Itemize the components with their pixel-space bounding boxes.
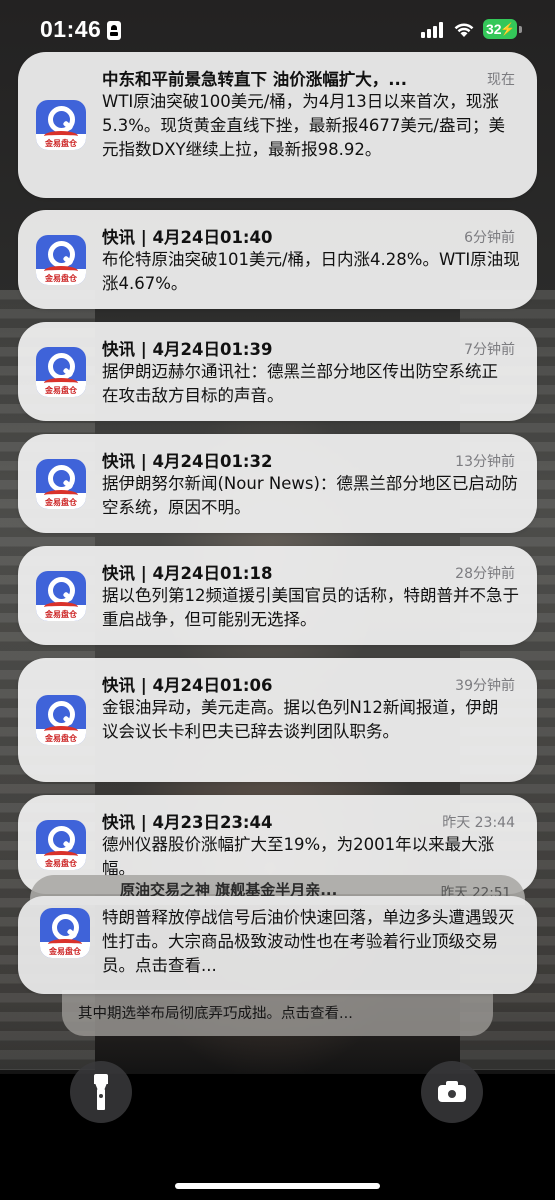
- app-logo-icon: 金易盘仓: [36, 235, 86, 285]
- battery-cap: [519, 26, 522, 33]
- notification-title: 中东和平前景急转直下 油价涨幅扩大，...: [102, 70, 408, 89]
- app-logo-icon: 金易盘仓: [36, 820, 86, 870]
- notification-body: 德州仪器股价涨幅扩大至19%，为2001年以来最大涨幅。: [102, 835, 495, 878]
- app-brand-text: 金易盘仓: [45, 139, 77, 148]
- notification-1[interactable]: 金易盘仓 中东和平前景急转直下 油价涨幅扩大，... 现在 WTI原油突破100…: [18, 52, 537, 198]
- app-brand-text: 金易盘仓: [45, 386, 77, 395]
- wifi-icon: [454, 23, 474, 37]
- app-logo-icon: 金易盘仓: [36, 571, 86, 621]
- app-brand-text: 金易盘仓: [45, 610, 77, 619]
- stacked-notification-back[interactable]: 其中期选举布局彻底弄巧成拙。点击查看...: [62, 990, 493, 1036]
- notification-body: 据伊朗迈赫尔通讯社：德黑兰部分地区传出防空系统正在攻击敌方目标的声音。: [102, 362, 498, 405]
- app-logo-icon: 金易盘仓: [36, 100, 86, 150]
- notification-3[interactable]: 金易盘仓 快讯 | 4月24日01:39 7分钟前 据伊朗迈赫尔通讯社：德黑兰部…: [18, 322, 537, 421]
- charging-bolt-icon: ⚡: [500, 22, 515, 36]
- notification-time: 28分钟前: [455, 566, 515, 582]
- notification-title: 快讯 | 4月24日01:32: [102, 452, 273, 471]
- status-bar: 01:46 32 ⚡: [0, 0, 555, 58]
- flashlight-button[interactable]: [70, 1061, 132, 1123]
- notification-title: 快讯 | 4月23日23:44: [102, 813, 273, 832]
- notification-title: 快讯 | 4月24日01:18: [102, 564, 273, 583]
- app-brand-text: 金易盘仓: [45, 734, 77, 743]
- notification-title: 快讯 | 4月24日01:06: [102, 676, 273, 695]
- notification-body: 金银油异动，美元走高。据以色列N12新闻报道，伊朗议会议长卡利巴夫已辞去谈判团队…: [102, 698, 499, 741]
- notification-time: 7分钟前: [464, 342, 515, 358]
- notification-4[interactable]: 金易盘仓 快讯 | 4月24日01:32 13分钟前 据伊朗努尔新闻(Nour …: [18, 434, 537, 533]
- app-logo-icon: 金易盘仓: [36, 459, 86, 509]
- cellular-signal-icon: [421, 22, 445, 38]
- app-logo-icon: 金易盘仓: [40, 908, 90, 958]
- notification-time: 6分钟前: [464, 230, 515, 246]
- notification-time: 现在: [487, 72, 515, 88]
- id-card-icon: [107, 21, 121, 40]
- camera-button[interactable]: [421, 1061, 483, 1123]
- app-logo-icon: 金易盘仓: [36, 347, 86, 397]
- home-indicator[interactable]: [175, 1183, 380, 1189]
- app-brand-text: 金易盘仓: [45, 274, 77, 283]
- notification-body: 据以色列第12频道援引美国官员的话称，特朗普并不急于重启战争，但可能别无选择。: [102, 586, 519, 629]
- notification-6[interactable]: 金易盘仓 快讯 | 4月24日01:06 39分钟前 金银油异动，美元走高。据以…: [18, 658, 537, 782]
- battery-indicator: 32 ⚡: [483, 19, 517, 39]
- notification-body: 据伊朗努尔新闻(Nour News)：德黑兰部分地区已启动防空系统，原因不明。: [102, 474, 518, 517]
- app-logo-icon: 金易盘仓: [36, 695, 86, 745]
- notification-body: 特朗普释放停战信号后油价快速回落，单边多头遭遇毁灭性打击。大宗商品极致波动性也在…: [102, 908, 515, 975]
- stacked-notification-front[interactable]: 金易盘仓 特朗普释放停战信号后油价快速回落，单边多头遭遇毁灭性打击。大宗商品极致…: [18, 896, 537, 994]
- camera-icon: [438, 1081, 466, 1102]
- notification-2[interactable]: 金易盘仓 快讯 | 4月24日01:40 6分钟前 布伦特原油突破101美元/桶…: [18, 210, 537, 309]
- notification-body: WTI原油突破100美元/桶，为4月13日以来首次，现涨5.3%。现货黄金直线下…: [102, 92, 505, 159]
- notification-body: 布伦特原油突破101美元/桶，日内涨4.28%。WTI原油现涨4.67%。: [102, 250, 520, 293]
- notification-title: 快讯 | 4月24日01:39: [102, 340, 273, 359]
- app-brand-text: 金易盘仓: [49, 947, 81, 956]
- stacked-notification-back-text: 其中期选举布局彻底弄巧成拙。点击查看...: [78, 1006, 353, 1022]
- notification-time: 昨天 23:44: [442, 815, 515, 831]
- app-brand-text: 金易盘仓: [45, 859, 77, 868]
- notification-time: 13分钟前: [455, 454, 515, 470]
- notification-5[interactable]: 金易盘仓 快讯 | 4月24日01:18 28分钟前 据以色列第12频道援引美国…: [18, 546, 537, 645]
- notification-title: 快讯 | 4月24日01:40: [102, 228, 273, 247]
- status-time: 01:46: [40, 16, 102, 42]
- flashlight-icon: [94, 1074, 108, 1110]
- app-brand-text: 金易盘仓: [45, 498, 77, 507]
- notification-time: 39分钟前: [455, 678, 515, 694]
